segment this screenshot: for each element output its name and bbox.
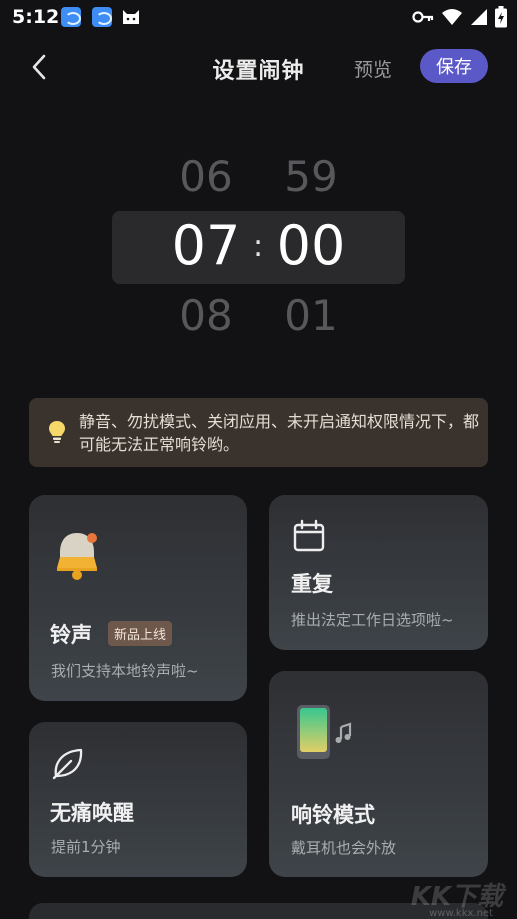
repeat-subtitle: 推出法定工作日选项啦~: [291, 611, 454, 629]
cat-icon: [121, 8, 141, 30]
notice-tip: 静音、勿扰模式、关闭应用、未开启通知权限情况下，都可能无法正常响铃哟。: [29, 398, 488, 467]
gentle-wake-card[interactable]: 无痛唤醒 提前1分钟: [29, 722, 247, 877]
ring-mode-subtitle: 戴耳机也会外放: [291, 839, 397, 857]
leaf-icon: [51, 746, 85, 784]
hour-selected-value[interactable]: 07: [166, 214, 246, 277]
repeat-card[interactable]: 重复 推出法定工作日选项啦~: [269, 495, 488, 650]
ringtone-card[interactable]: 铃声 新品上线 我们支持本地铃声啦~: [29, 495, 247, 701]
preview-button[interactable]: 预览: [354, 55, 392, 82]
lightbulb-icon: [48, 420, 66, 448]
minute-selected-value[interactable]: 00: [271, 214, 351, 277]
app-notification-icon: [61, 7, 81, 27]
key-icon: [412, 10, 434, 24]
minute-prev-value[interactable]: 59: [271, 152, 351, 201]
ringtone-title: 铃声: [50, 623, 92, 647]
calendar-icon: [292, 519, 326, 557]
bell-icon: [49, 527, 105, 587]
ringtone-subtitle: 我们支持本地铃声啦~: [51, 662, 199, 680]
status-time: 5:12: [12, 6, 60, 28]
battery-icon: [495, 6, 507, 28]
hour-next-value[interactable]: 08: [166, 291, 246, 340]
ring-mode-card[interactable]: 响铃模式 戴耳机也会外放: [269, 671, 488, 877]
hour-prev-value[interactable]: 06: [166, 152, 246, 201]
minute-next-value[interactable]: 01: [271, 291, 351, 340]
notice-text: 静音、勿扰模式、关闭应用、未开启通知权限情况下，都可能无法正常响铃哟。: [79, 412, 480, 454]
watermark-url: www.kkx.net: [429, 908, 493, 919]
wifi-icon: [441, 8, 463, 26]
new-badge: 新品上线: [108, 621, 173, 646]
phone-music-icon: [295, 703, 361, 765]
repeat-title: 重复: [291, 572, 333, 596]
save-button[interactable]: 保存: [420, 49, 488, 83]
ring-mode-title: 响铃模式: [291, 803, 375, 827]
time-separator: :: [253, 229, 264, 264]
gentle-wake-subtitle: 提前1分钟: [51, 838, 121, 856]
signal-icon: [470, 8, 488, 26]
status-bar: 5:12: [0, 0, 517, 34]
app-notification-icon: [92, 7, 112, 27]
gentle-wake-title: 无痛唤醒: [50, 801, 134, 825]
